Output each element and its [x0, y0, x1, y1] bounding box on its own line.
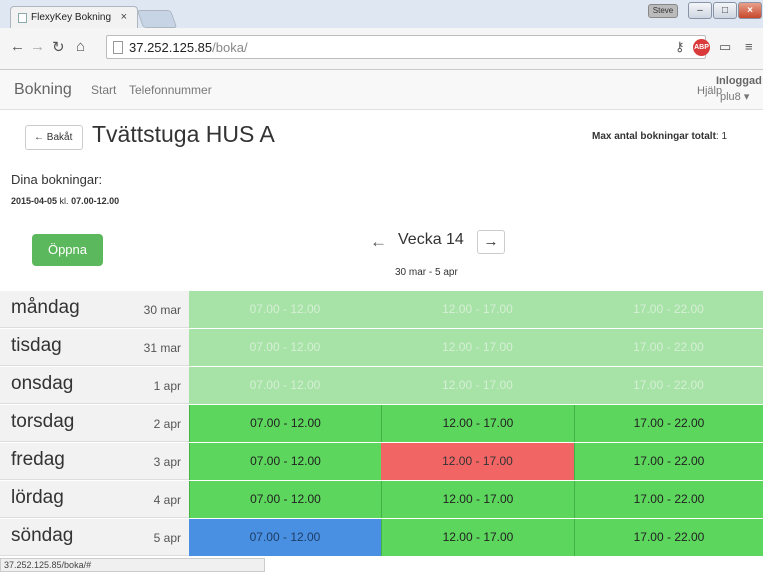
time-slot-avail[interactable]: 17.00 - 22.00	[574, 443, 763, 480]
week-range: 30 mar - 5 apr	[395, 267, 458, 278]
day-cell: onsdag 1 apr	[0, 367, 189, 404]
day-cell: tisdag 31 mar	[0, 329, 189, 366]
title-bar: FlexyKey Bokning × Steve – □ ×	[0, 0, 763, 28]
cast-icon[interactable]: ▭	[719, 39, 731, 55]
max-bookings-label: Max antal bokningar totalt	[592, 131, 716, 142]
forward-arrow-icon[interactable]: →	[30, 38, 45, 55]
day-name: tisdag	[11, 335, 62, 356]
prev-week-icon[interactable]: ←	[370, 232, 387, 252]
page-icon	[113, 41, 123, 54]
day-date: 3 apr	[153, 455, 181, 469]
schedule-row: söndag 5 apr 07.00 - 12.00 12.00 - 17.00 17.…	[0, 519, 763, 556]
day-name: söndag	[11, 525, 74, 546]
address-toolbar: ← → ↻ ⌂ 37.252.125.85/boka/ ⚷ ABP ▭ ≡	[0, 28, 763, 70]
nav-link-start[interactable]: Start	[91, 83, 116, 97]
next-week-button[interactable]: →	[477, 230, 505, 254]
day-name: fredag	[11, 449, 65, 470]
day-name: onsdag	[11, 373, 74, 394]
booking-time: 07.00-12.00	[71, 196, 120, 206]
day-date: 5 apr	[153, 531, 181, 545]
time-slot-past: 07.00 - 12.00	[189, 329, 381, 366]
schedule-row: onsdag 1 apr 07.00 - 12.00 12.00 - 17.00 17.…	[0, 367, 763, 404]
app-navbar: Bokning Start Telefonnummer Hjälp Inlogg…	[0, 70, 763, 110]
browser-tab[interactable]: FlexyKey Bokning ×	[10, 6, 138, 28]
schedule-row: torsdag 2 apr 07.00 - 12.00 12.00 - 17.00 17…	[0, 405, 763, 442]
booking-kl: kl.	[57, 196, 72, 206]
time-slot-past: 17.00 - 22.00	[574, 291, 763, 328]
time-slot-avail[interactable]: 12.00 - 17.00	[381, 519, 574, 556]
time-slot-avail[interactable]: 17.00 - 22.00	[574, 519, 763, 556]
day-name: torsdag	[11, 411, 75, 432]
url-path: /boka/	[212, 40, 248, 55]
schedule-row: lördag 4 apr 07.00 - 12.00 12.00 - 17.00 17.…	[0, 481, 763, 518]
day-cell: lördag 4 apr	[0, 481, 189, 518]
page-title: Tvättstuga HUS A	[92, 121, 275, 147]
back-arrow-icon[interactable]: ←	[10, 38, 25, 55]
time-slot-taken[interactable]: 12.00 - 17.00	[381, 443, 574, 480]
time-slot-past: 12.00 - 17.00	[381, 367, 574, 404]
url-bar[interactable]: 37.252.125.85/boka/	[106, 35, 706, 59]
key-icon[interactable]: ⚷	[675, 39, 685, 55]
day-date: 4 apr	[153, 493, 181, 507]
max-bookings: Max antal bokningar totalt: 1	[592, 131, 727, 142]
day-name: lördag	[11, 487, 64, 508]
day-name: måndag	[11, 297, 80, 318]
time-slot-past: 17.00 - 22.00	[574, 329, 763, 366]
day-date: 2 apr	[153, 417, 181, 431]
user-menu[interactable]: plu8 ▾	[720, 90, 749, 103]
window-close-icon[interactable]: ×	[738, 2, 762, 19]
day-date: 31 mar	[143, 341, 181, 355]
day-cell: fredag 3 apr	[0, 443, 189, 480]
time-slot-avail[interactable]: 07.00 - 12.00	[189, 481, 381, 518]
time-slot-avail[interactable]: 07.00 - 12.00	[189, 443, 381, 480]
week-label: Vecka 14	[398, 231, 464, 248]
time-slot-avail[interactable]: 17.00 - 22.00	[574, 405, 763, 442]
status-bar: 37.252.125.85/boka/#	[0, 558, 265, 572]
menu-icon[interactable]: ≡	[745, 39, 753, 54]
my-bookings-heading: Dina bokningar:	[11, 172, 103, 187]
day-cell: torsdag 2 apr	[0, 405, 189, 442]
nav-link-telefonnummer[interactable]: Telefonnummer	[129, 83, 212, 97]
open-button[interactable]: Öppna	[32, 234, 103, 266]
time-slot-past: 12.00 - 17.00	[381, 291, 574, 328]
time-slot-avail[interactable]: 12.00 - 17.00	[381, 481, 574, 518]
home-icon[interactable]: ⌂	[76, 38, 85, 55]
tab-title: FlexyKey Bokning	[31, 12, 112, 23]
back-button[interactable]: ← Bakåt	[25, 125, 83, 150]
time-slot-past: 17.00 - 22.00	[574, 367, 763, 404]
time-slot-past: 12.00 - 17.00	[381, 329, 574, 366]
day-date: 1 apr	[153, 379, 181, 393]
adblock-icon[interactable]: ABP	[693, 39, 710, 56]
day-date: 30 mar	[143, 303, 181, 317]
my-booking-entry: 2015-04-05 kl. 07.00-12.00	[11, 196, 119, 206]
day-cell: söndag 5 apr	[0, 519, 189, 556]
time-slot-past: 07.00 - 12.00	[189, 367, 381, 404]
brand-link[interactable]: Bokning	[14, 81, 72, 99]
url-host: 37.252.125.85	[129, 40, 213, 55]
time-slot-avail[interactable]: 12.00 - 17.00	[381, 405, 574, 442]
profile-badge[interactable]: Steve	[648, 4, 678, 18]
browser-chrome: FlexyKey Bokning × Steve – □ × ← → ↻ ⌂ 3…	[0, 0, 763, 70]
reload-icon[interactable]: ↻	[52, 38, 65, 56]
time-slot-mine[interactable]: 07.00 - 12.00	[189, 519, 381, 556]
page-favicon-icon	[18, 13, 27, 23]
schedule-row: måndag 30 mar 07.00 - 12.00 12.00 - 17.00 17…	[0, 291, 763, 328]
tab-close-icon[interactable]: ×	[121, 11, 127, 23]
max-bookings-value: : 1	[715, 131, 728, 142]
new-tab-button[interactable]	[136, 10, 178, 28]
day-cell: måndag 30 mar	[0, 291, 189, 328]
booking-date: 2015-04-05	[11, 196, 58, 206]
time-slot-past: 07.00 - 12.00	[189, 291, 381, 328]
time-slot-avail[interactable]: 17.00 - 22.00	[574, 481, 763, 518]
maximize-icon[interactable]: □	[713, 2, 737, 19]
schedule-row: fredag 3 apr 07.00 - 12.00 12.00 - 17.00 17.…	[0, 443, 763, 480]
logged-in-label: Inloggad:	[716, 75, 763, 87]
time-slot-avail[interactable]: 07.00 - 12.00	[189, 405, 381, 442]
schedule-row: tisdag 31 mar 07.00 - 12.00 12.00 - 17.00 17…	[0, 329, 763, 366]
minimize-icon[interactable]: –	[688, 2, 712, 19]
